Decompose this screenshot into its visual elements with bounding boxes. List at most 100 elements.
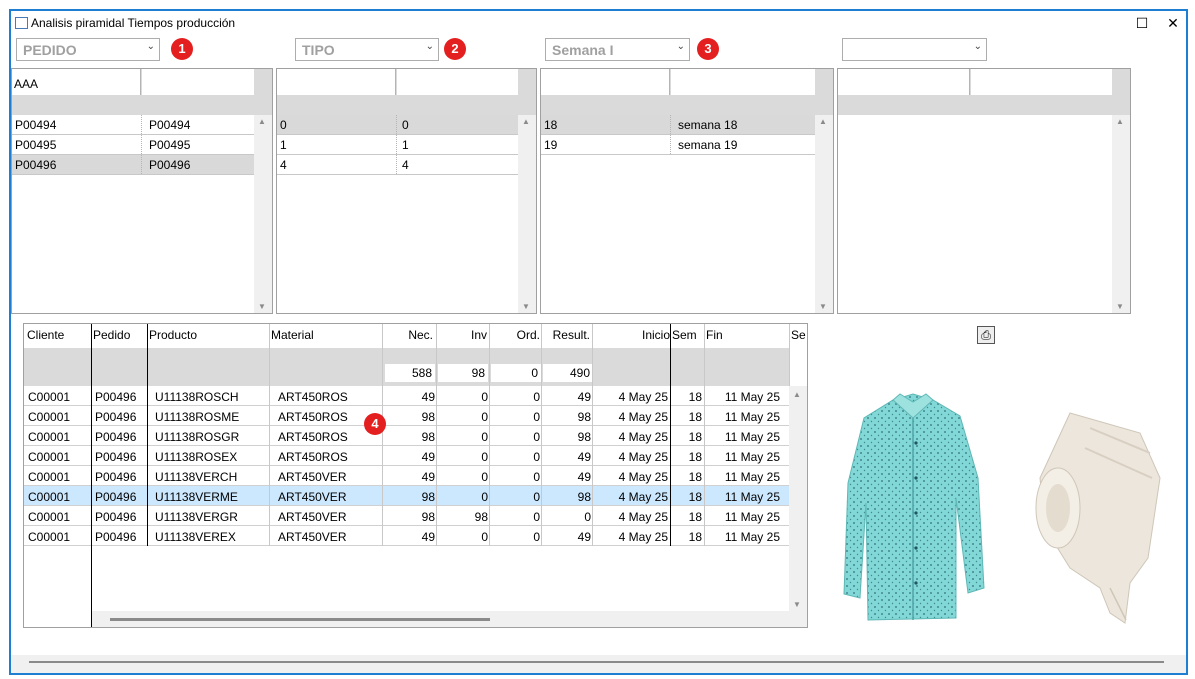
extra-list-panel[interactable]: ▲ ▼ xyxy=(837,68,1131,314)
table-row[interactable]: C00001 P00496 U11138ROSME ART450ROS 98 0 0 98 4 … xyxy=(24,406,790,426)
scroll-down-icon[interactable]: ▼ xyxy=(819,302,827,311)
table-cell: 18 xyxy=(688,410,702,424)
scroll-down-icon[interactable]: ▼ xyxy=(1116,302,1124,311)
column-header-nec[interactable]: Nec. xyxy=(383,324,435,348)
list-item[interactable]: 4 4 xyxy=(277,155,519,175)
column-header-material[interactable]: Material xyxy=(271,324,381,348)
list-item[interactable]: 19 semana 19 xyxy=(541,135,816,155)
table-cell: 18 xyxy=(688,490,702,504)
table-cell: 4 May 25 xyxy=(618,390,668,404)
column-header-producto[interactable]: Producto xyxy=(149,324,267,348)
table-cell: 18 xyxy=(688,390,702,404)
table-cell: 98 xyxy=(577,490,591,504)
vertical-scrollbar[interactable]: ▲ ▼ xyxy=(254,115,272,313)
scroll-up-icon[interactable]: ▲ xyxy=(793,390,801,399)
table-row[interactable]: C00001 P00496 U11138VEREX ART450VER 49 0 0 49 4 … xyxy=(24,526,790,546)
column-header-se[interactable]: Se xyxy=(791,324,807,348)
scroll-up-icon[interactable]: ▲ xyxy=(819,117,827,126)
column-header-inicio[interactable]: Inicio xyxy=(594,324,672,348)
badge-4: 4 xyxy=(364,413,386,435)
scroll-up-icon[interactable]: ▲ xyxy=(1116,117,1124,126)
tipo-list-panel[interactable]: 0 0 1 1 4 4 ▲ ▼ xyxy=(276,68,537,314)
extra-dropdown[interactable]: ⌄ xyxy=(842,38,987,61)
column-header-ord[interactable]: Ord. xyxy=(490,324,542,348)
list-item-selected[interactable]: 0 0 xyxy=(277,115,519,135)
table-row[interactable]: C00001 P00496 U11138VERCH ART450VER 49 0 0 49 4 … xyxy=(24,466,790,486)
pedido-header-col2 xyxy=(142,69,256,95)
printer-icon[interactable]: ⎙ xyxy=(977,326,995,344)
table-cell: ART450ROS xyxy=(278,410,348,424)
table-cell: ART450VER xyxy=(278,470,347,484)
table-cell: 98 xyxy=(474,510,488,524)
table-cell: 4 May 25 xyxy=(618,430,668,444)
table-cell: 0 xyxy=(481,390,488,404)
scroll-up-icon[interactable]: ▲ xyxy=(258,117,266,126)
column-header-result[interactable]: Result. xyxy=(542,324,592,348)
grid-vertical-scrollbar[interactable]: ▲ ▼ xyxy=(789,386,807,627)
close-button[interactable]: ✕ xyxy=(1162,13,1184,33)
column-header-cliente[interactable]: Cliente xyxy=(27,324,91,348)
table-cell: 4 May 25 xyxy=(618,490,668,504)
shirt-image xyxy=(843,393,985,621)
table-row[interactable]: C00001 P00496 U11138ROSGR ART450ROS 98 0 0 98 4 … xyxy=(24,426,790,446)
column-header-pedido[interactable]: Pedido xyxy=(93,324,147,348)
table-cell: 49 xyxy=(421,390,435,404)
column-header-sem[interactable]: Sem xyxy=(672,324,704,348)
table-row-selected[interactable]: C00001 P00496 U11138VERME ART450VER 98 0 0 98 4 … xyxy=(24,486,790,506)
table-cell: 0 xyxy=(533,490,540,504)
production-grid[interactable]: Cliente Pedido Producto Material Nec. In… xyxy=(23,323,808,628)
tipo-dropdown[interactable]: TIPO ⌄ xyxy=(295,38,439,61)
badge-2: 2 xyxy=(444,38,466,60)
table-cell: 4 May 25 xyxy=(618,470,668,484)
vertical-scrollbar[interactable]: ▲ ▼ xyxy=(1112,115,1130,313)
semana-list-panel[interactable]: 18 semana 18 19 semana 19 ▲ ▼ xyxy=(540,68,834,314)
table-row[interactable]: C00001 P00496 U11138ROSEX ART450ROS 49 0 0 49 4 … xyxy=(24,446,790,466)
table-cell: U11138ROSGR xyxy=(155,430,240,444)
table-cell: C00001 xyxy=(28,470,71,484)
list-item-selected[interactable]: 18 semana 18 xyxy=(541,115,816,135)
list-item-selected[interactable]: P00496 P00496 xyxy=(12,155,256,175)
table-cell: 98 xyxy=(421,490,435,504)
scroll-up-icon[interactable]: ▲ xyxy=(522,117,530,126)
table-cell: 4 May 25 xyxy=(618,530,668,544)
table-cell: ART450VER xyxy=(278,490,347,504)
table-cell: 49 xyxy=(577,470,591,484)
fabric-roll-image xyxy=(1035,412,1161,624)
column-header-fin[interactable]: Fin xyxy=(706,324,786,348)
table-cell: 11 May 25 xyxy=(724,430,780,444)
tipo-dropdown-value: TIPO xyxy=(302,42,335,58)
table-cell: 0 xyxy=(533,530,540,544)
grid-horizontal-scrollbar[interactable] xyxy=(92,611,789,627)
table-cell: 11 May 25 xyxy=(724,450,780,464)
table-cell: 98 xyxy=(421,510,435,524)
vertical-scrollbar[interactable]: ▲ ▼ xyxy=(815,115,833,313)
scroll-down-icon[interactable]: ▼ xyxy=(258,302,266,311)
scroll-thumb[interactable] xyxy=(110,618,490,621)
table-cell: ART450VER xyxy=(278,510,347,524)
table-cell: 98 xyxy=(577,430,591,444)
table-cell: 11 May 25 xyxy=(724,490,780,504)
table-cell: ART450ROS xyxy=(278,450,348,464)
list-item[interactable]: P00494 P00494 xyxy=(12,115,256,135)
table-cell: 49 xyxy=(577,450,591,464)
vertical-scrollbar[interactable]: ▲ ▼ xyxy=(518,115,536,313)
maximize-button[interactable]: ☐ xyxy=(1131,13,1153,33)
pedido-list-panel[interactable]: AAA P00494 P00494 P00495 P00495 P00496 P… xyxy=(11,68,273,314)
semana-dropdown[interactable]: Semana I ⌄ xyxy=(545,38,690,61)
pedido-dropdown[interactable]: PEDIDO ⌄ xyxy=(16,38,160,61)
table-cell: 49 xyxy=(421,450,435,464)
table-cell: 11 May 25 xyxy=(724,390,780,404)
list-item[interactable]: 1 1 xyxy=(277,135,519,155)
table-cell: 4 May 25 xyxy=(618,510,668,524)
table-cell: U11138ROSME xyxy=(155,410,240,424)
table-cell: P00496 xyxy=(95,530,137,544)
table-row[interactable]: C00001 P00496 U11138VERGR ART450VER 98 98 0 0 4 … xyxy=(24,506,790,526)
column-header-inv[interactable]: Inv xyxy=(437,324,489,348)
table-row[interactable]: C00001 P00496 U11138ROSCH ART450ROS 49 0 0 49 4 … xyxy=(24,386,790,406)
table-cell: 0 xyxy=(481,530,488,544)
list-item[interactable]: P00495 P00495 xyxy=(12,135,256,155)
table-cell: C00001 xyxy=(28,410,71,424)
scroll-down-icon[interactable]: ▼ xyxy=(522,302,530,311)
scroll-down-icon[interactable]: ▼ xyxy=(793,600,801,609)
table-cell: 0 xyxy=(533,410,540,424)
